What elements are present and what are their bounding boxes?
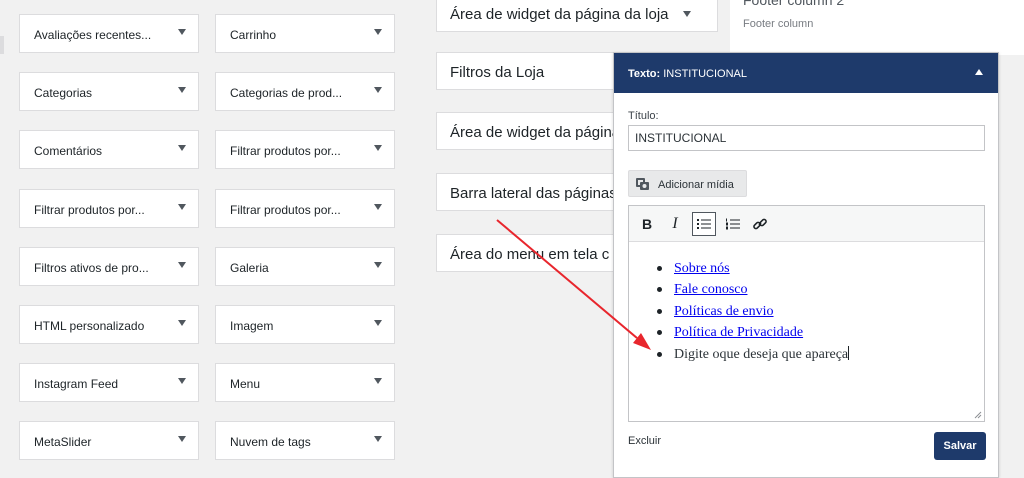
chevron-down-icon[interactable] xyxy=(178,204,186,210)
chevron-down-icon[interactable] xyxy=(374,436,382,442)
widget-area-pagina-loja[interactable]: Área de widget da página da loja xyxy=(436,0,718,32)
link-politicas-de-envio[interactable]: Políticas de envio xyxy=(674,304,774,319)
widget-area-title: Área do menu em tela c xyxy=(450,246,610,263)
chevron-down-icon[interactable] xyxy=(374,262,382,268)
add-media-label: Adicionar mídia xyxy=(658,179,734,191)
chevron-down-icon[interactable] xyxy=(683,11,691,17)
title-input[interactable] xyxy=(628,125,985,151)
chevron-down-icon[interactable] xyxy=(374,204,382,210)
chevron-down-icon[interactable] xyxy=(178,87,186,93)
resize-handle-icon[interactable] xyxy=(974,411,982,419)
chevron-down-icon[interactable] xyxy=(178,378,186,384)
chevron-down-icon[interactable] xyxy=(374,378,382,384)
footer-column-title: Footer column 2 xyxy=(743,0,845,8)
text-editor[interactable]: B I Sobre nós Fale conosco Políticas de … xyxy=(628,205,985,422)
list-item: Políticas de envio xyxy=(657,301,849,322)
text-widget-header-name: INSTITUCIONAL xyxy=(663,68,747,80)
footer-column-area[interactable]: Footer column 2 Footer column xyxy=(730,0,1024,55)
text-widget-header-prefix: Texto: xyxy=(628,68,661,80)
link-fale-conosco[interactable]: Fale conosco xyxy=(674,282,747,297)
widget-instagram-feed[interactable]: Instagram Feed xyxy=(19,363,199,402)
widget-avaliacoes-recentes[interactable]: Avaliações recentes... xyxy=(19,14,199,53)
widget-label: Categorias xyxy=(34,86,93,100)
widget-area-title: Barra lateral das páginas xyxy=(450,185,617,202)
widget-area-title: Área de widget da página da loja xyxy=(450,6,669,23)
text-widget-panel: Texto: INSTITUCIONAL Título: Adicionar m… xyxy=(613,52,999,478)
widget-html-personalizado[interactable]: HTML personalizado xyxy=(19,305,199,344)
widget-comentarios[interactable]: Comentários xyxy=(19,130,199,169)
add-media-button[interactable]: Adicionar mídia xyxy=(628,170,747,197)
widget-label: Categorias de prod... xyxy=(230,86,343,100)
widget-label: Comentários xyxy=(34,144,103,158)
typed-text: Digite oque deseja que apareça xyxy=(674,346,849,362)
widget-label: HTML personalizado xyxy=(34,319,145,333)
widget-label: Instagram Feed xyxy=(34,377,119,391)
list-item: Política de Privacidade xyxy=(657,322,849,343)
text-cursor xyxy=(848,345,850,360)
widget-label: Avaliações recentes... xyxy=(34,28,152,42)
numbered-list-icon[interactable] xyxy=(721,212,745,236)
link-icon[interactable] xyxy=(748,212,772,236)
widget-carrinho[interactable]: Carrinho xyxy=(215,14,395,53)
widget-metaslider[interactable]: MetaSlider xyxy=(19,421,199,460)
widget-label: Filtrar produtos por... xyxy=(230,203,341,217)
chevron-down-icon[interactable] xyxy=(178,436,186,442)
chevron-down-icon[interactable] xyxy=(178,262,186,268)
widget-label: Filtrar produtos por... xyxy=(34,203,145,217)
widget-galeria[interactable]: Galeria xyxy=(215,247,395,286)
widget-area-title: Filtros da Loja xyxy=(450,64,545,81)
media-camera-icon xyxy=(636,178,649,190)
text-widget-header[interactable]: Texto: INSTITUCIONAL xyxy=(614,53,998,93)
editor-content[interactable]: Sobre nós Fale conosco Políticas de envi… xyxy=(629,243,984,421)
chevron-down-icon[interactable] xyxy=(178,320,186,326)
widget-filtrar-produtos-3[interactable]: Filtrar produtos por... xyxy=(215,189,395,228)
widget-menu[interactable]: Menu xyxy=(215,363,395,402)
link-list: Sobre nós Fale conosco Políticas de envi… xyxy=(657,258,850,365)
title-label: Título: xyxy=(628,110,659,122)
widget-filtrar-produtos-2[interactable]: Filtrar produtos por... xyxy=(215,130,395,169)
bullet-list-icon[interactable] xyxy=(692,212,716,236)
widget-label: MetaSlider xyxy=(34,435,92,449)
chevron-down-icon[interactable] xyxy=(178,145,186,151)
link-sobre-nos[interactable]: Sobre nós xyxy=(674,261,730,276)
save-button[interactable]: Salvar xyxy=(934,432,986,460)
widget-categorias-produtos[interactable]: Categorias de prod... xyxy=(215,72,395,111)
widget-label: Imagem xyxy=(230,319,274,333)
editor-toolbar: B I xyxy=(629,206,984,242)
list-item: Sobre nós xyxy=(657,258,849,279)
chevron-down-icon[interactable] xyxy=(374,87,382,93)
chevron-down-icon[interactable] xyxy=(374,145,382,151)
italic-icon[interactable]: I xyxy=(663,212,687,236)
widget-label: Filtrar produtos por... xyxy=(230,144,341,158)
footer-column-description: Footer column xyxy=(743,18,814,30)
widget-filtros-ativos[interactable]: Filtros ativos de pro... xyxy=(19,247,199,286)
chevron-up-icon[interactable] xyxy=(975,69,983,75)
list-item-typing: Digite oque deseja que apareça xyxy=(657,344,850,365)
widget-label: Menu xyxy=(230,377,261,391)
widget-label: Filtros ativos de pro... xyxy=(34,261,149,275)
widget-imagem[interactable]: Imagem xyxy=(215,305,395,344)
widget-area-title: Área de widget da página xyxy=(450,124,621,141)
text-widget-header-title: Texto: INSTITUCIONAL xyxy=(628,68,747,80)
list-item: Fale conosco xyxy=(657,279,849,300)
chevron-down-icon[interactable] xyxy=(374,320,382,326)
link-politica-de-privacidade[interactable]: Política de Privacidade xyxy=(674,325,803,340)
widget-categorias[interactable]: Categorias xyxy=(19,72,199,111)
delete-link[interactable]: Excluir xyxy=(628,435,661,447)
chevron-down-icon[interactable] xyxy=(374,29,382,35)
widget-filtrar-produtos[interactable]: Filtrar produtos por... xyxy=(19,189,199,228)
left-edge-strip xyxy=(0,36,4,54)
widget-label: Galeria xyxy=(230,261,269,275)
chevron-down-icon[interactable] xyxy=(178,29,186,35)
widget-label: Carrinho xyxy=(230,28,277,42)
widget-label: Nuvem de tags xyxy=(230,435,311,449)
bold-icon[interactable]: B xyxy=(635,212,659,236)
widget-nuvem-de-tags[interactable]: Nuvem de tags xyxy=(215,421,395,460)
